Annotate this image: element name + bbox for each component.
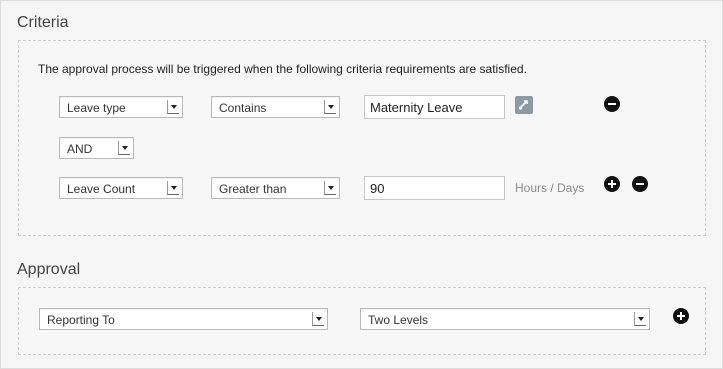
dropdown-arrow-icon [167,100,179,114]
criteria-intro: The approval process will be triggered w… [38,62,527,76]
lookup-icon[interactable] [515,96,533,114]
lookup-icon-graphic [517,99,531,111]
add-criteria-button[interactable] [604,176,620,192]
select-value: Leave Count [67,182,136,196]
remove-criteria-row2-button[interactable] [632,176,648,192]
approver-select[interactable]: Reporting To [39,308,328,330]
approval-panel: Reporting To Two Levels [18,287,706,355]
select-value: Reporting To [47,313,115,327]
criteria-row1-value-input[interactable]: Maternity Leave [364,95,505,119]
add-approval-button[interactable] [673,308,689,324]
approval-title: Approval [17,261,81,278]
criteria-row2-operator-select[interactable]: Greater than [211,177,340,199]
select-value: Greater than [219,182,287,196]
select-value: Leave type [67,101,126,115]
select-value: AND [67,142,93,156]
criteria-row2-field-select[interactable]: Leave Count [59,177,183,199]
dropdown-arrow-icon [324,100,336,114]
page-frame: Criteria The approval process will be tr… [0,0,723,369]
dropdown-arrow-icon [118,141,130,155]
dropdown-arrow-icon [324,181,336,195]
criteria-conjunction-select[interactable]: AND [59,137,134,159]
criteria-row2-unit: Hours / Days [515,181,585,195]
dropdown-arrow-icon [167,181,179,195]
criteria-panel: The approval process will be triggered w… [18,40,706,236]
criteria-title: Criteria [17,14,69,31]
criteria-row1-field-select[interactable]: Leave type [59,96,183,118]
remove-criteria-row1-button[interactable] [604,96,620,112]
criteria-row2-value-input[interactable]: 90 [364,176,505,200]
dropdown-arrow-icon [312,312,324,326]
dropdown-arrow-icon [634,312,646,326]
approval-levels-select[interactable]: Two Levels [360,308,650,330]
select-value: Contains [219,101,267,115]
criteria-row1-operator-select[interactable]: Contains [211,96,340,118]
select-value: Two Levels [368,313,429,327]
